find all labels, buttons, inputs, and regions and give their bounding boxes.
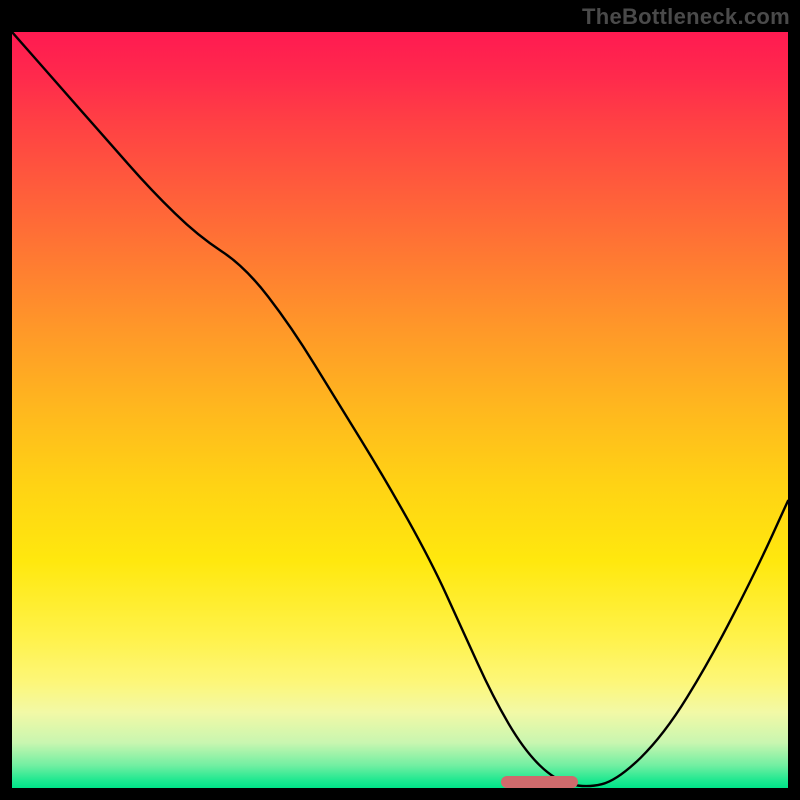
chart-frame: TheBottleneck.com [0, 0, 800, 800]
curve-path [12, 32, 788, 786]
plot-area [12, 32, 788, 788]
watermark-text: TheBottleneck.com [582, 4, 790, 30]
highlight-bar [501, 776, 579, 788]
bottleneck-curve [12, 32, 788, 788]
